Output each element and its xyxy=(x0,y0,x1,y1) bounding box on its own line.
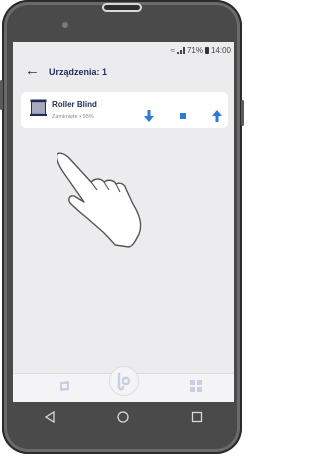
roller-blind-icon xyxy=(30,99,47,116)
header: ← Urządzenia: 1 xyxy=(13,60,234,86)
volume-button xyxy=(0,80,3,110)
clock: 14:00 xyxy=(210,46,231,55)
front-camera xyxy=(62,22,68,28)
battery-icon xyxy=(204,47,209,54)
speaker-grille xyxy=(102,3,142,12)
home-center-button[interactable] xyxy=(109,366,139,396)
power-button xyxy=(241,100,244,126)
arrow-down-icon[interactable] xyxy=(142,109,156,123)
signal-icon xyxy=(176,47,185,54)
wifi-icon: ≈ xyxy=(170,46,175,55)
page-title: Urządzenia: 1 xyxy=(49,67,108,77)
device-card[interactable]: Roller Blind Zamknięte • 95% xyxy=(21,92,228,128)
device-status: Zamknięte • 95% xyxy=(52,114,94,120)
system-navigation xyxy=(13,402,234,432)
nav-recents-icon[interactable] xyxy=(189,409,205,425)
arrow-up-icon[interactable] xyxy=(210,109,224,123)
devices-tab[interactable] xyxy=(55,379,75,401)
arrow-left-icon[interactable]: ← xyxy=(25,63,40,78)
devices-icon xyxy=(60,381,69,391)
status-bar: ≈ 71% 14:00 xyxy=(13,42,234,58)
grid-icon xyxy=(190,380,202,392)
nav-home-icon[interactable] xyxy=(115,409,131,425)
app-logo-icon xyxy=(117,372,131,391)
battery-percent: 71% xyxy=(186,46,203,55)
pointing-hand-icon xyxy=(57,152,142,248)
app-screen: ≈ 71% 14:00 ← Urządzenia: 1 Roller Blind xyxy=(13,42,234,402)
menu-tab[interactable] xyxy=(186,379,206,401)
nav-back-icon[interactable] xyxy=(42,409,58,425)
stop-icon[interactable] xyxy=(176,109,190,123)
device-name: Roller Blind xyxy=(52,100,97,109)
